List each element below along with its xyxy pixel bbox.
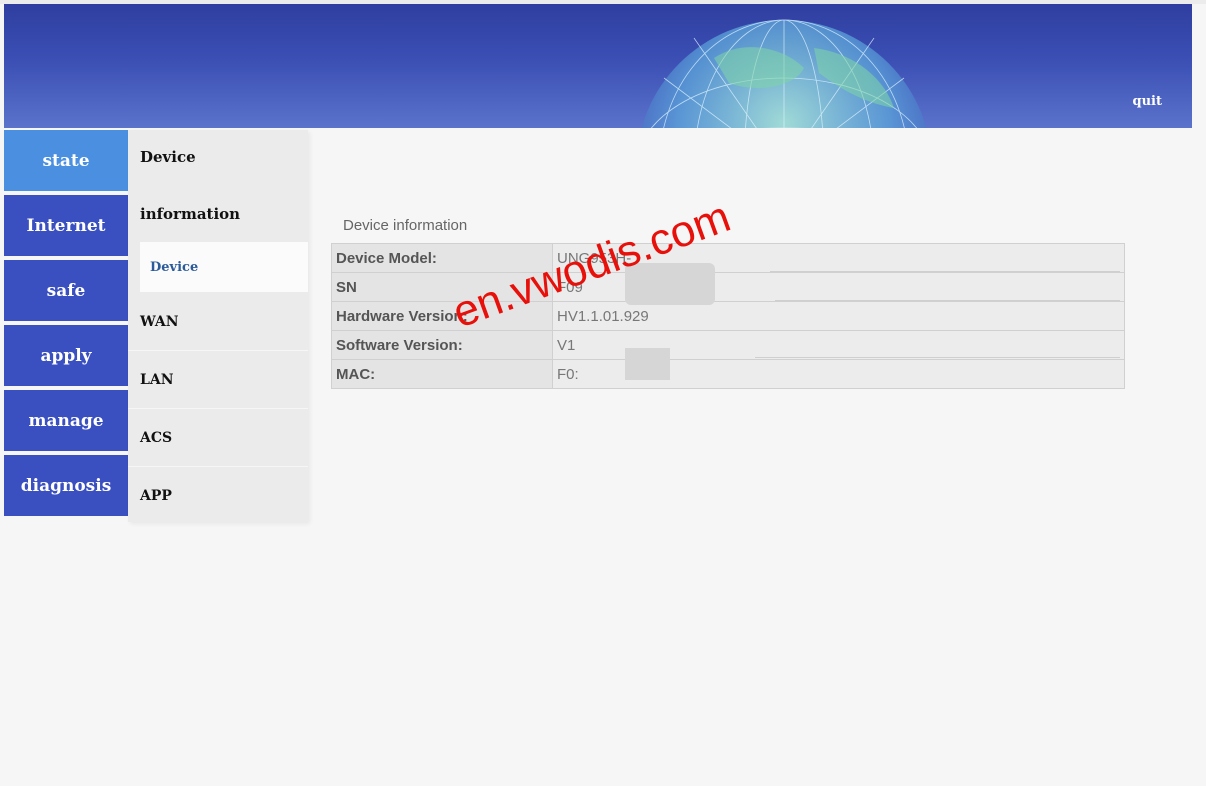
subnav-divider <box>128 408 308 409</box>
row-key: Software Version: <box>331 330 553 360</box>
nav-item-manage[interactable]: manage <box>4 390 128 451</box>
subnav-item-app[interactable]: APP <box>140 488 172 504</box>
faint-line <box>775 300 1120 301</box>
subnav-heading-line1: Device <box>140 148 196 166</box>
table-row: MAC: F0: <box>331 359 1125 389</box>
nav-item-safe[interactable]: safe <box>4 260 128 321</box>
nav-item-state[interactable]: state <box>4 130 128 191</box>
main-nav: state Internet safe apply manage diagnos… <box>4 130 128 520</box>
nav-item-internet[interactable]: Internet <box>4 195 128 256</box>
subnav-item-acs[interactable]: ACS <box>140 430 172 446</box>
section-title: Device information <box>343 217 468 234</box>
subnav-item-wan[interactable]: WAN <box>140 314 179 330</box>
table-row: Device Model: UNG953H- <box>331 243 1125 273</box>
subnav-item-device[interactable]: Device <box>140 242 308 292</box>
globe-icon <box>641 19 927 128</box>
row-key: MAC: <box>331 359 553 389</box>
sub-nav: Device information Device WAN LAN ACS AP… <box>128 130 308 522</box>
faint-line <box>755 357 1120 358</box>
faint-line <box>770 271 1120 272</box>
subnav-divider <box>128 466 308 467</box>
quit-link[interactable]: quit <box>1133 94 1163 109</box>
table-row: Hardware Version: HV1.1.01.929 <box>331 301 1125 331</box>
table-row: Software Version: V1 <box>331 330 1125 360</box>
nav-item-apply[interactable]: apply <box>4 325 128 386</box>
redaction-block <box>625 348 670 380</box>
device-info-table: Device Model: UNG953H- SN F09 Hardware V… <box>331 243 1125 389</box>
subnav-divider <box>128 350 308 351</box>
subnav-item-lan[interactable]: LAN <box>140 372 174 388</box>
subnav-heading-line2: information <box>140 205 241 223</box>
header-banner: quit <box>4 4 1192 128</box>
nav-item-diagnosis[interactable]: diagnosis <box>4 455 128 516</box>
row-value: HV1.1.01.929 <box>552 301 1125 331</box>
